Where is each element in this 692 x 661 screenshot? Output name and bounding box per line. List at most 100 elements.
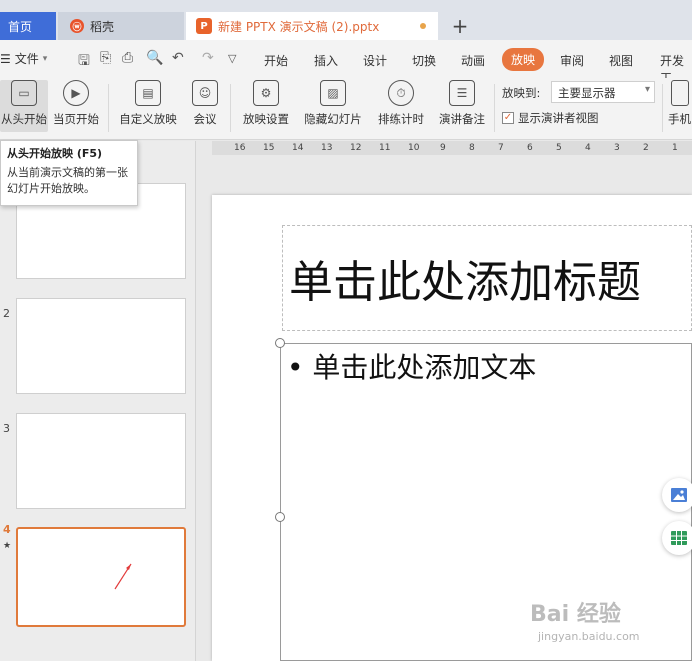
checkbox-checked-icon[interactable]: ✓ [502,112,514,124]
ribbon: ▭ 从头开始 ▶ 当页开始 ▤ 自定义放映 ☺ 会议 ⚙ 放映设置 ▨ 隐藏幻灯… [0,78,692,140]
baidu-watermark: Bai 经验 [530,602,621,627]
display-select-value: 主要显示器 [558,86,616,100]
hide-slide-button[interactable]: ▨ 隐藏幻灯片 [302,80,364,132]
slide-thumbnail-selected[interactable] [16,527,186,627]
tab-document-label: 新建 PPTX 演示文稿 (2).pptx [218,19,380,34]
tab-home-label: 首页 [8,19,33,34]
insert-table-button[interactable] [662,521,692,555]
ribbon-divider [230,84,231,132]
ppt-file-icon: P [196,18,212,34]
ruler-tick-label: 14 [292,143,304,153]
phone-label: 手机 [668,112,691,126]
ruler-tick-label: 13 [321,143,333,153]
menu-bar: ☰ 文件 ▾ 🖫 ⎘ ⎙ 🔍 ↶ ↷ ▽ 开始 插入 设计 切换 动画 放映 审… [0,40,692,85]
file-menu-label: 文件 [14,52,39,66]
star-icon: ★ [3,541,12,551]
ribbon-divider [494,84,495,132]
slide-number: 3 [3,422,10,435]
ruler-tick-label: 1 [672,143,678,153]
table-icon [671,531,687,545]
speaker-notes-icon: ☰ [449,80,475,106]
show-on-label: 放映到: [502,86,541,100]
title-tab-bar: 首页 ⓦ 稻壳 P 新建 PPTX 演示文稿 (2).pptx + [0,0,692,40]
resize-handle[interactable] [275,338,285,348]
ruler-tick-label: 3 [614,143,620,153]
file-menu[interactable]: ☰ 文件 ▾ [0,50,47,67]
slide-canvas[interactable]: 单击此处添加标题 • 单击此处添加文本 [212,195,692,661]
custom-show-icon: ▤ [135,80,161,106]
speaker-notes-button[interactable]: ☰ 演讲备注 [436,80,488,132]
ruler-tick-label: 2 [643,143,649,153]
ruler-tick-label: 10 [408,143,420,153]
speaker-notes-label: 演讲备注 [439,112,485,126]
tab-start[interactable]: 开始 [264,52,288,69]
tab-docer-label: 稻壳 [90,19,115,34]
redo-icon[interactable]: ↷ [202,50,214,66]
from-start-label: 从头开始 [1,112,47,126]
phone-remote-button[interactable]: 手机 [668,80,691,127]
from-start-button[interactable]: ▭ 从头开始 [0,80,48,132]
body-placeholder-text: • 单击此处添加文本 [287,351,537,384]
rehearse-timing-label: 排练计时 [378,112,424,126]
tab-view[interactable]: 视图 [609,52,633,69]
tooltip-title: 从头开始放映 (F5) [7,147,103,160]
hide-slide-label: 隐藏幻灯片 [304,112,362,126]
picture-icon [671,488,687,502]
save-icon[interactable]: 🖫 [78,50,90,74]
custom-show-label: 自定义放映 [119,112,177,126]
presenter-view-label: 显示演讲者视图 [518,111,599,125]
tab-review[interactable]: 审阅 [560,52,584,69]
ribbon-divider [662,84,663,132]
horizontal-ruler: 16 15 14 13 12 11 10 9 8 7 6 5 4 3 2 1 [212,141,692,155]
meeting-button[interactable]: ☺ 会议 [184,80,226,132]
undo-icon[interactable]: ↶ [172,50,184,66]
rehearse-timing-button[interactable]: ⏱ 排练计时 [372,80,430,132]
slide-number-selected: 4 [3,523,11,536]
chevron-down-icon: ▾ [42,53,48,64]
tab-home[interactable]: 首页 [0,12,56,40]
display-select[interactable]: 主要显示器 ▾ [551,81,655,103]
from-current-button[interactable]: ▶ 当页开始 [50,80,102,132]
hide-slide-icon: ▨ [320,80,346,106]
slide-thumbnail[interactable] [16,298,186,394]
ruler-tick-label: 5 [556,143,562,153]
add-tab-button[interactable]: + [448,14,472,38]
unsaved-dot-icon [420,23,426,29]
ruler-tick-label: 7 [498,143,504,153]
custom-show-button[interactable]: ▤ 自定义放映 [116,80,180,132]
from-current-label: 当页开始 [53,112,99,126]
from-start-tooltip: 从头开始放映 (F5) 从当前演示文稿的第一张幻灯片开始放映。 [0,140,138,206]
ruler-tick-label: 15 [263,143,275,153]
insert-picture-button[interactable] [662,478,692,512]
phone-icon [670,80,689,106]
print-icon[interactable]: ⎙ [122,50,133,66]
monitor-play-icon: ▭ [11,80,37,106]
slide-thumbnail[interactable] [16,413,186,509]
resize-handle[interactable] [275,512,285,522]
settings-screen-icon: ⚙ [253,80,279,106]
body-placeholder-label: 单击此处添加文本 [312,351,537,384]
tab-transitions[interactable]: 切换 [412,52,436,69]
tab-slideshow[interactable]: 放映 [502,48,545,71]
stopwatch-icon: ⏱ [388,80,414,106]
format-painter-icon[interactable]: ⎘ [100,50,111,66]
tab-animation[interactable]: 动画 [461,52,485,69]
ruler-tick-label: 9 [440,143,446,153]
quick-access-dropdown-icon[interactable]: ▽ [228,52,236,65]
tab-docer[interactable]: ⓦ 稻壳 [58,12,184,40]
tab-insert[interactable]: 插入 [314,52,338,69]
show-settings-label: 放映设置 [243,112,289,126]
ruler-tick-label: 8 [469,143,475,153]
meeting-icon: ☺ [192,80,218,106]
tab-document[interactable]: P 新建 PPTX 演示文稿 (2).pptx [186,12,438,40]
baidu-watermark-url: jingyan.baidu.com [538,630,640,643]
ruler-tick-label: 12 [350,143,362,153]
show-settings-button[interactable]: ⚙ 放映设置 [236,80,296,132]
meeting-label: 会议 [193,112,217,126]
body-placeholder[interactable]: • 单击此处添加文本 [280,343,692,661]
presenter-view-checkbox[interactable]: ✓ 显示演讲者视图 [502,110,599,126]
title-placeholder[interactable]: 单击此处添加标题 [282,225,692,331]
print-preview-icon[interactable]: 🔍 [146,50,163,66]
ruler-tick-label: 4 [585,143,591,153]
tab-design[interactable]: 设计 [363,52,387,69]
